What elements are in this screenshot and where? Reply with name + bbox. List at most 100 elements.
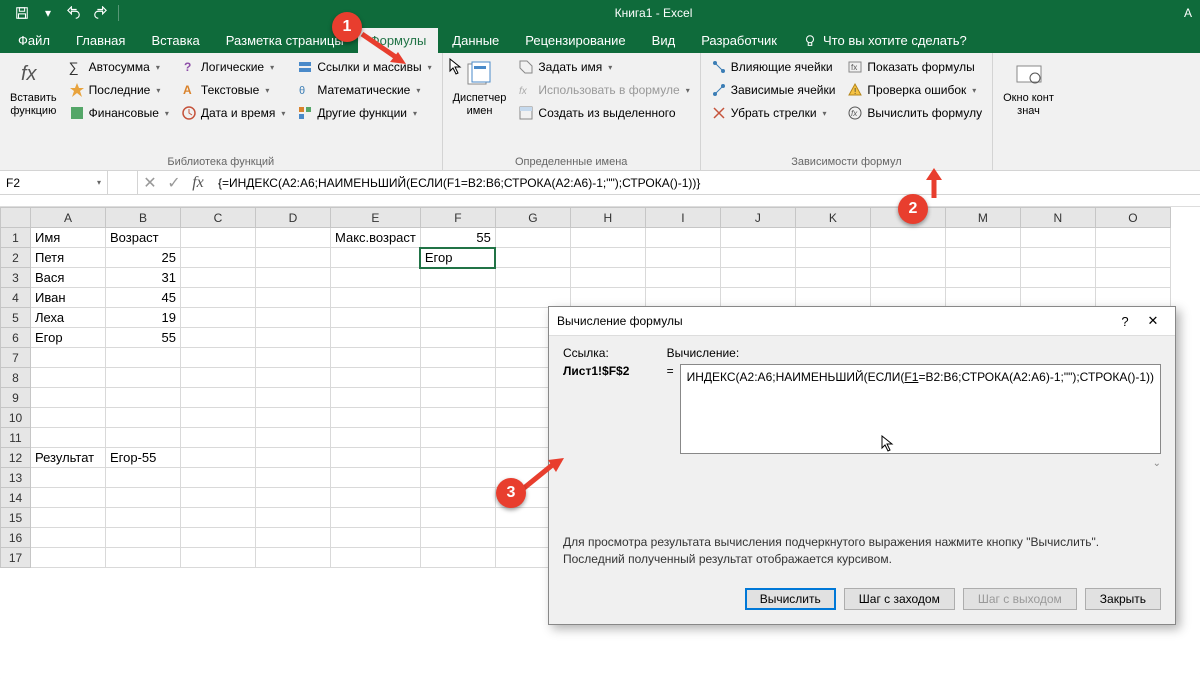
cell[interactable] [331, 428, 421, 448]
cell[interactable] [331, 328, 421, 348]
column-header[interactable]: G [495, 208, 570, 228]
cell[interactable]: 55 [420, 228, 495, 248]
qat-dropdown-icon[interactable]: ▾ [36, 2, 60, 24]
cell[interactable] [1095, 288, 1170, 308]
cell[interactable] [31, 548, 106, 568]
cell[interactable] [106, 388, 181, 408]
cell[interactable] [331, 268, 421, 288]
cell[interactable] [256, 428, 331, 448]
cell[interactable] [181, 528, 256, 548]
remove-arrows-button[interactable]: Убрать стрелки▾ [707, 102, 840, 124]
cell[interactable] [256, 488, 331, 508]
column-header[interactable]: F [420, 208, 495, 228]
cell[interactable] [420, 528, 495, 548]
cell[interactable] [181, 288, 256, 308]
cell[interactable]: Результат [31, 448, 106, 468]
cell[interactable] [420, 408, 495, 428]
row-header[interactable]: 14 [1, 488, 31, 508]
tab-data[interactable]: Данные [440, 28, 511, 53]
cell[interactable] [31, 528, 106, 548]
cell[interactable] [795, 228, 870, 248]
column-header[interactable]: B [106, 208, 181, 228]
tab-insert[interactable]: Вставка [139, 28, 211, 53]
row-header[interactable]: 1 [1, 228, 31, 248]
cell[interactable] [106, 508, 181, 528]
cell[interactable] [720, 268, 795, 288]
cell[interactable] [1095, 248, 1170, 268]
column-header[interactable]: M [945, 208, 1020, 228]
tab-home[interactable]: Главная [64, 28, 137, 53]
name-box[interactable]: F2 ▾ [0, 171, 108, 194]
cell[interactable] [181, 368, 256, 388]
cell[interactable] [181, 268, 256, 288]
cell[interactable]: Егор [420, 248, 495, 268]
evaluate-button[interactable]: Вычислить [745, 588, 836, 610]
cell[interactable]: 55 [106, 328, 181, 348]
cell[interactable] [31, 468, 106, 488]
fx-button-icon[interactable]: fx [186, 171, 210, 194]
cell[interactable] [1095, 268, 1170, 288]
cell[interactable] [256, 248, 331, 268]
cell[interactable] [420, 288, 495, 308]
scroll-down-icon[interactable]: ⌄ [667, 458, 1161, 469]
cell[interactable] [31, 368, 106, 388]
define-name-button[interactable]: Задать имя▾ [514, 56, 693, 78]
cell[interactable] [331, 348, 421, 368]
column-header[interactable]: N [1020, 208, 1095, 228]
cell[interactable] [181, 228, 256, 248]
cell[interactable] [645, 228, 720, 248]
cell[interactable] [106, 368, 181, 388]
step-out-button[interactable]: Шаг с выходом [963, 588, 1077, 610]
cell[interactable] [495, 248, 570, 268]
cell[interactable] [331, 528, 421, 548]
cell[interactable] [1020, 248, 1095, 268]
cell[interactable] [420, 448, 495, 468]
cell[interactable]: Петя [31, 248, 106, 268]
cell[interactable] [331, 288, 421, 308]
cell[interactable] [420, 508, 495, 528]
create-from-selection-button[interactable]: Создать из выделенного [514, 102, 693, 124]
cell[interactable] [420, 468, 495, 488]
cell[interactable] [570, 288, 645, 308]
row-header[interactable]: 9 [1, 388, 31, 408]
watch-window-button[interactable]: Окно конт знач [999, 56, 1058, 166]
cell[interactable] [1020, 228, 1095, 248]
cell[interactable] [495, 288, 570, 308]
cell[interactable] [256, 348, 331, 368]
cell[interactable] [420, 488, 495, 508]
more-functions-button[interactable]: Другие функции▾ [293, 102, 435, 124]
cell[interactable] [181, 448, 256, 468]
cell[interactable] [720, 228, 795, 248]
use-in-formula-button[interactable]: fxИспользовать в формуле▾ [514, 79, 693, 101]
cell[interactable] [420, 268, 495, 288]
cell[interactable] [795, 268, 870, 288]
save-icon[interactable] [10, 2, 34, 24]
cell[interactable] [106, 488, 181, 508]
text-button[interactable]: AТекстовые▾ [177, 79, 289, 101]
cell[interactable] [181, 488, 256, 508]
cell[interactable]: 19 [106, 308, 181, 328]
cell[interactable]: Возраст [106, 228, 181, 248]
help-icon[interactable]: ? [1111, 314, 1139, 329]
cell[interactable] [181, 428, 256, 448]
cell[interactable] [106, 348, 181, 368]
dialog-titlebar[interactable]: Вычисление формулы ? ✕ [549, 307, 1175, 336]
cell[interactable] [570, 228, 645, 248]
column-header[interactable]: I [645, 208, 720, 228]
formula-input[interactable]: {=ИНДЕКС(A2:A6;НАИМЕНЬШИЙ(ЕСЛИ(F1=B2:B6;… [210, 171, 1200, 194]
cell[interactable] [870, 268, 945, 288]
cell[interactable] [256, 368, 331, 388]
evaluate-formula-button[interactable]: fxВычислить формулу [843, 102, 986, 124]
enter-icon[interactable]: ✓ [162, 171, 186, 194]
row-header[interactable]: 3 [1, 268, 31, 288]
row-header[interactable]: 13 [1, 468, 31, 488]
row-header[interactable]: 5 [1, 308, 31, 328]
cell[interactable] [31, 508, 106, 528]
cell[interactable] [1095, 228, 1170, 248]
cell[interactable]: Егор [31, 328, 106, 348]
error-checking-button[interactable]: !Проверка ошибок▾ [843, 79, 986, 101]
redo-icon[interactable] [88, 2, 112, 24]
column-header[interactable]: A [31, 208, 106, 228]
cell[interactable] [331, 308, 421, 328]
cell[interactable] [256, 268, 331, 288]
